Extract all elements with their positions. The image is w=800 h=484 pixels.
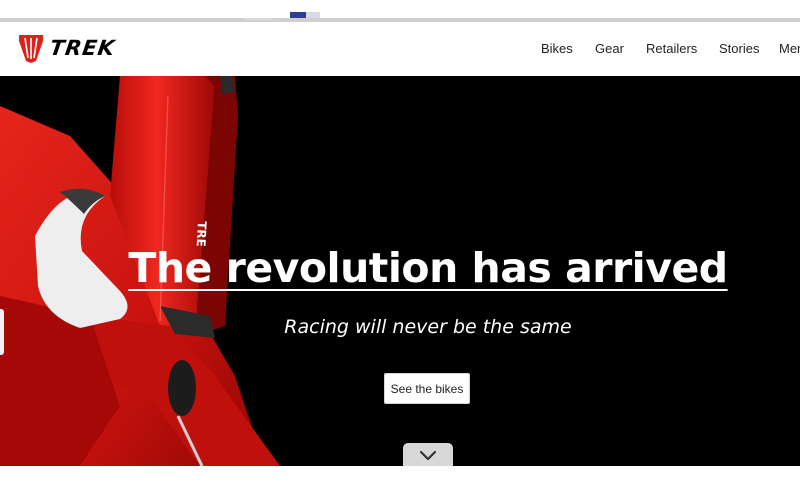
nav-link-gear[interactable]: Gear (595, 41, 624, 56)
nav-link-retailers[interactable]: Retailers (646, 41, 697, 56)
nav-link-bikes[interactable]: Bikes (541, 41, 573, 56)
browser-tab-indicator (306, 12, 320, 18)
nav-link-men[interactable]: Men (779, 41, 800, 56)
site-header: TREK Bikes Gear Retailers Stories Men (0, 22, 800, 76)
scroll-down-button[interactable] (403, 443, 453, 466)
nav-link-stories[interactable]: Stories (719, 41, 759, 56)
chevron-down-icon (419, 450, 437, 461)
page-bottom-edge (0, 466, 800, 484)
hero-title: The revolution has arrived (128, 244, 728, 292)
browser-tab[interactable] (243, 4, 273, 20)
browser-tab-indicator (290, 12, 306, 18)
main-nav: Bikes Gear Retailers Stories Men (0, 22, 800, 76)
browser-toolbar (0, 0, 800, 22)
see-the-bikes-button[interactable]: See the bikes (384, 373, 470, 404)
hero-subtitle: Racing will never be the same (284, 316, 572, 338)
hero-banner: TRE The revolution has arrived Racing wi… (0, 76, 800, 466)
